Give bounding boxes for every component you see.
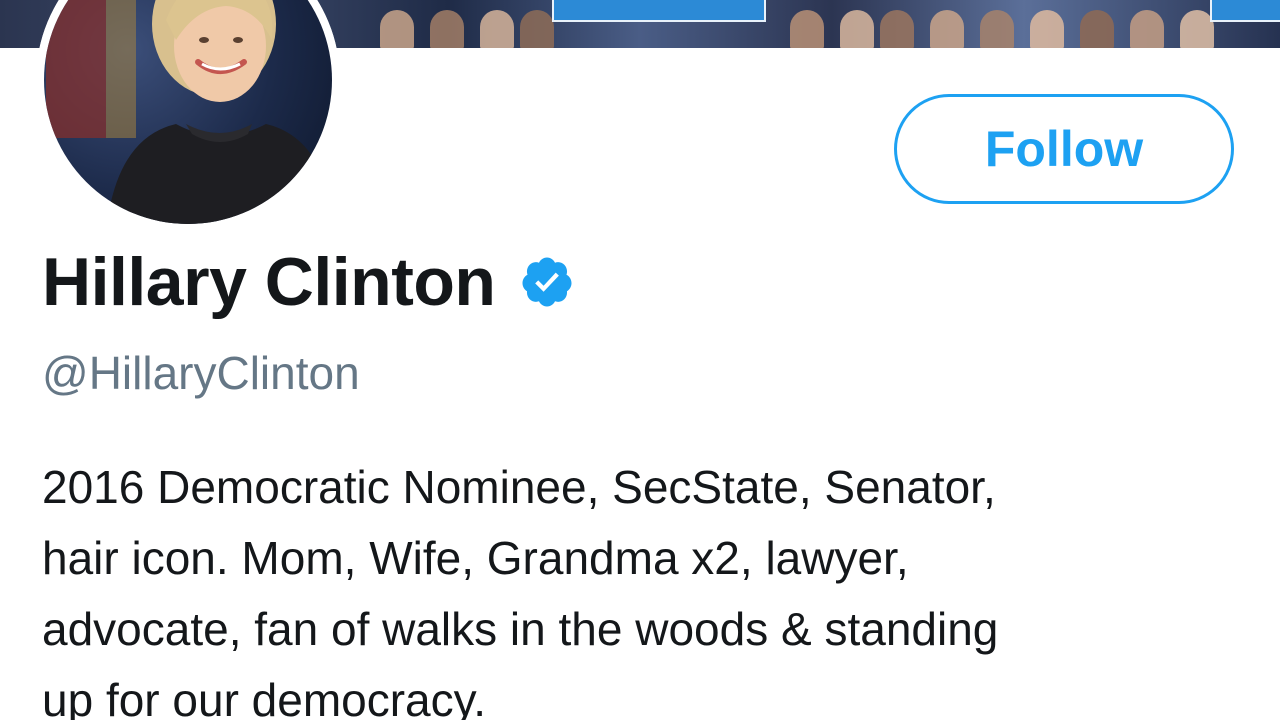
profile-avatar[interactable] (36, 0, 340, 232)
banner-crowd-figure (1030, 10, 1064, 48)
banner-crowd-figure (980, 10, 1014, 48)
profile-display-name: Hillary Clinton (42, 244, 496, 320)
profile-page: Follow Hillary Clinton @HillaryClinton 2… (0, 0, 1280, 720)
banner-sign (1210, 0, 1280, 22)
bio-line: 2016 Democratic Nominee, SecState, Senat… (42, 461, 996, 513)
banner-crowd-figure (380, 10, 414, 48)
banner-crowd-figure (840, 10, 874, 48)
banner-crowd-figure (520, 10, 554, 48)
profile-name-row: Hillary Clinton (42, 248, 575, 316)
profile-handle: @HillaryClinton (42, 347, 360, 399)
verified-badge-icon (519, 254, 575, 310)
banner-crowd-figure (1130, 10, 1164, 48)
bio-line: up for our democracy. (42, 674, 487, 720)
profile-bio: 2016 Democratic Nominee, SecState, Senat… (42, 452, 1242, 720)
banner-crowd-figure (880, 10, 914, 48)
banner-crowd-figure (1180, 10, 1214, 48)
bio-line: advocate, fan of walks in the woods & st… (42, 603, 999, 655)
avatar-photo (36, 0, 340, 232)
banner-crowd-figure (790, 10, 824, 48)
follow-button[interactable]: Follow (894, 94, 1234, 204)
banner-crowd-figure (480, 10, 514, 48)
banner-crowd-figure (430, 10, 464, 48)
banner-sign (552, 0, 766, 22)
banner-crowd-figure (930, 10, 964, 48)
banner-crowd-figure (1080, 10, 1114, 48)
bio-line: hair icon. Mom, Wife, Grandma x2, lawyer… (42, 532, 909, 584)
